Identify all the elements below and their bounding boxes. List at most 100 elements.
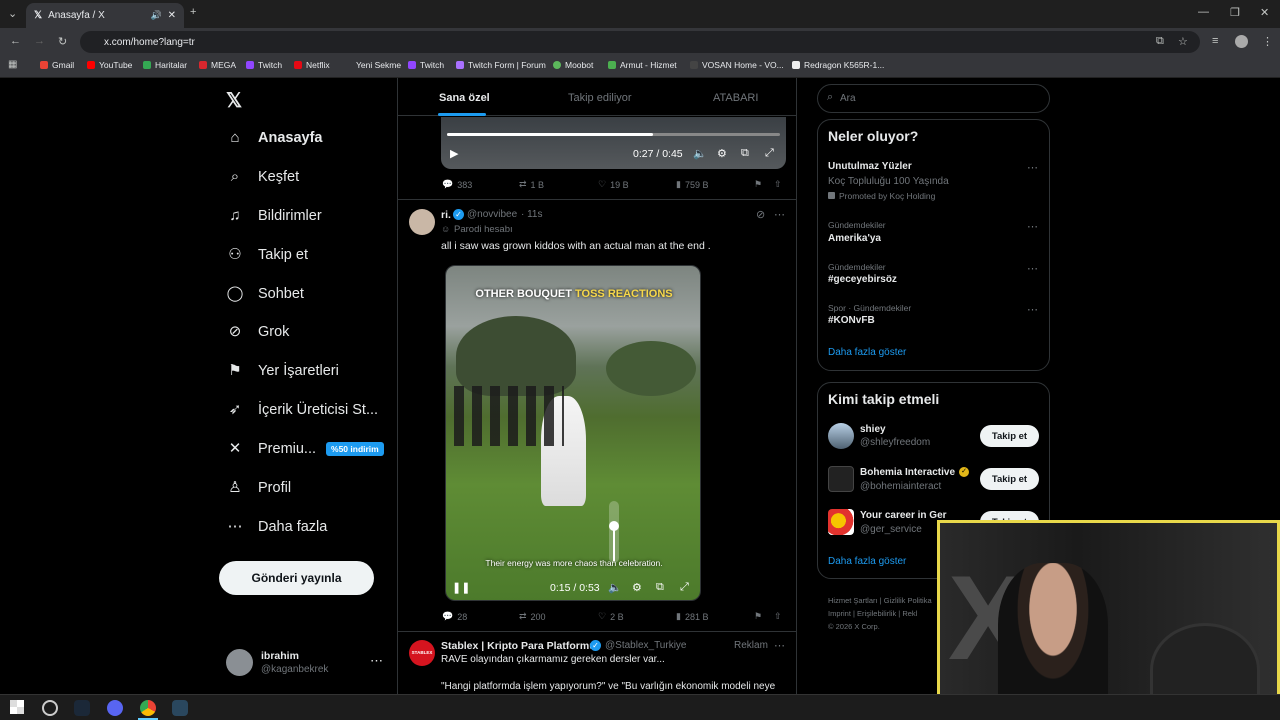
bookmark-twitch-2[interactable]: Twitch [408,60,444,70]
tab-close-icon[interactable]: ✕ [168,10,176,21]
views-action[interactable]: ▮ 759 B [676,179,708,190]
restore-icon[interactable]: ❐ [1230,6,1240,19]
volume-slider-thumb[interactable] [609,521,619,531]
bookmark-twitch-forum[interactable]: Twitch Form | Forum [456,60,546,70]
bookmark-redragon[interactable]: Redragon K565R-1... [792,60,884,70]
bookmark-gmail[interactable]: Gmail [40,60,74,70]
new-tab-icon[interactable]: + [190,6,196,18]
volume-slider[interactable] [609,501,619,563]
trends-show-more[interactable]: Daha fazla göster [828,347,906,358]
nav-grok[interactable]: ⊘ Grok [226,317,290,347]
bookmark-netflix[interactable]: Netflix [294,60,330,70]
apps-grid-icon[interactable]: ▦ [8,59,17,70]
follow-button[interactable]: Takip et [980,425,1039,447]
tab-audio-icon[interactable]: 🔊 [151,10,162,21]
nav-notifications[interactable]: ♫ Bildirimler [226,201,321,231]
bookmark-armut[interactable]: Armut - Hizmet [608,60,677,70]
prev-video-player[interactable]: ▶ 0:27 / 0:45 🔈 ⚙ ⧉ ⤢ [441,117,786,169]
post-handle[interactable]: @novvibee [467,209,517,220]
bookmark-new-tab[interactable]: Yeni Sekme [344,60,401,70]
trend-title[interactable]: Unutulmaz Yüzler [828,161,912,172]
forward-icon[interactable]: → [34,35,45,47]
bookmark-star-icon[interactable]: ☆ [1178,35,1188,48]
nav-premium[interactable]: ✕ Premiu... %50 indirim [226,434,384,464]
repost-action[interactable]: ⇄ 200 [519,611,546,622]
avatar[interactable] [409,209,435,235]
app-icon[interactable] [42,700,58,716]
nav-explore[interactable]: ⌕ Keşfet [226,162,299,192]
footer-terms[interactable]: Hizmet Şartları [828,596,878,605]
volume-icon[interactable]: 🔈 [693,147,707,160]
post-button[interactable]: Gönderi yayınla [219,561,374,595]
reload-icon[interactable]: ↻ [58,35,67,48]
bookmark-maps[interactable]: Haritalar [143,60,187,70]
nav-chat[interactable]: ◯ Sohbet [226,279,304,309]
footer-accessibility[interactable]: Erişilebilirlik [857,609,896,618]
trend-title[interactable]: #KONvFB [828,315,875,326]
chrome-menu-icon[interactable]: ⋮ [1262,35,1273,48]
nav-home[interactable]: ⌂ Anasayfa [226,123,322,153]
like-action[interactable]: ♡ 2 B [598,611,624,622]
post-more-icon[interactable]: ⋯ [774,208,785,221]
steam-icon[interactable] [74,700,90,716]
nav-follow[interactable]: ⚇ Takip et [226,240,308,270]
pause-icon[interactable]: ❚❚ [452,581,470,594]
ad-post[interactable]: STABLEX Stablex | Kripto Para Platformu … [398,632,796,694]
browser-tab[interactable]: 𝕏 Anasayfa / X 🔊 ✕ [26,3,184,28]
bookmark-youtube[interactable]: YouTube [87,60,132,70]
search-input[interactable]: ⌕ Ara [817,84,1050,113]
repost-action[interactable]: ⇄ 1 B [519,179,544,190]
advertiser-handle[interactable]: @Stablex_Turkiye [605,640,686,651]
suggest-name[interactable]: Bohemia Interactive [860,467,955,478]
chrome-icon[interactable] [140,700,156,716]
suggest-name[interactable]: Your career in Ger [860,510,947,521]
tab-atabari[interactable]: ATABARI [713,92,758,104]
ad-more-icon[interactable]: ⋯ [774,639,785,652]
nav-bookmarks[interactable]: ⚑ Yer İşaretleri [226,356,339,386]
trend-title[interactable]: Amerika'ya [828,233,881,244]
x-logo-icon[interactable]: 𝕏 [226,88,242,113]
nav-profile[interactable]: ♙ Profil [226,473,291,503]
install-app-icon[interactable]: ⧉ [1156,35,1164,48]
trend-more-icon[interactable]: ⋯ [1027,220,1038,233]
post-time[interactable]: · 11s [521,209,543,220]
bookmark-twitch[interactable]: Twitch [246,60,282,70]
tab-for-you[interactable]: Sana özel [439,92,490,104]
advertiser-name[interactable]: Stablex | Kripto Para Platformu [441,640,596,652]
account-switcher[interactable]: ibrahim @kaganbekrek ⋯ [226,647,386,681]
nav-more[interactable]: ⋯ Daha fazla [226,512,328,542]
who-show-more[interactable]: Daha fazla göster [828,556,906,567]
profile-avatar[interactable] [1235,35,1248,48]
share-icon[interactable]: ⇧ [774,611,782,622]
footer-imprint[interactable]: Imprint [828,609,851,618]
bookmark-mega[interactable]: MEGA [199,60,236,70]
trend-title[interactable]: #geceyebirsöz [828,274,897,285]
back-icon[interactable]: ← [10,35,21,47]
reply-action[interactable]: 💬 383 [442,179,472,190]
windows-start-icon[interactable] [10,700,24,714]
close-window-icon[interactable]: ✕ [1260,6,1269,19]
post-video[interactable]: OTHER BOUQUET TOSS REACTIONS Their energ… [445,265,701,601]
volume-icon[interactable]: 🔈 [608,581,622,594]
media-control-icon[interactable]: ≡ [1212,35,1218,47]
reply-action[interactable]: 💬 28 [442,611,467,622]
pip-icon[interactable]: ⧉ [656,581,664,594]
trend-more-icon[interactable]: ⋯ [1027,303,1038,316]
settings-icon[interactable]: ⚙ [632,581,642,594]
bookmark-vosan[interactable]: VOSAN Home - VO... [690,60,784,70]
steam-icon[interactable] [172,700,188,716]
settings-icon[interactable]: ⚙ [717,147,727,160]
like-action[interactable]: ♡ 19 B [598,179,629,190]
footer-privacy[interactable]: Gizlilik Politika [884,596,932,605]
suggest-name[interactable]: shiey [860,424,886,435]
bookmark-action-icon[interactable]: ⚑ [754,179,762,190]
fullscreen-icon[interactable]: ⤢ [680,581,689,594]
share-icon[interactable]: ⇧ [774,179,782,190]
discord-icon[interactable] [107,700,123,716]
advertiser-avatar[interactable]: STABLEX [409,640,435,666]
avatar[interactable] [828,509,854,535]
grok-post-icon[interactable]: ⊘ [756,208,765,221]
minimize-icon[interactable]: — [1198,6,1209,18]
views-action[interactable]: ▮ 281 B [676,611,708,622]
pip-icon[interactable]: ⧉ [741,147,749,160]
